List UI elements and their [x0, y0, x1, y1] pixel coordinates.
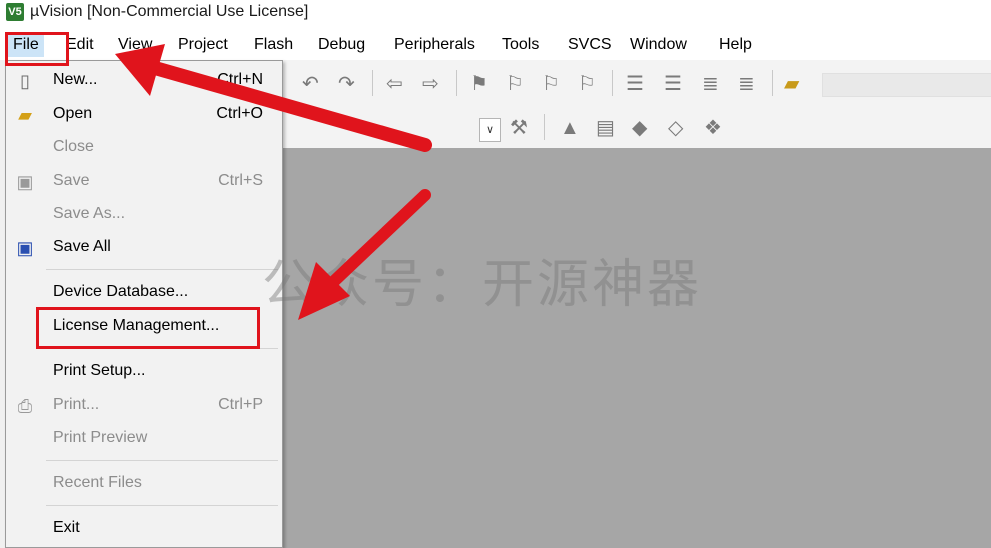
menu-flash[interactable]: Flash — [254, 36, 293, 54]
toolbar-separator — [772, 70, 773, 96]
new-file-icon: ▯ — [20, 71, 30, 91]
menu-item-shortcut: Ctrl+N — [217, 71, 263, 88]
menu-item-label: Print... — [53, 396, 100, 413]
bookmark-icon[interactable]: ⚑ — [470, 72, 488, 96]
menu-item-save-as[interactable]: Save As... — [6, 199, 282, 229]
toolbar-separator — [456, 70, 457, 96]
menu-edit[interactable]: Edit — [66, 36, 94, 54]
menu-item-save[interactable]: ▣ Save Ctrl+S — [6, 166, 282, 196]
undo-icon[interactable]: ↶ — [302, 72, 319, 96]
uvision-app-icon: V5 — [6, 3, 24, 21]
menu-view[interactable]: View — [118, 36, 152, 54]
manage-components-icon[interactable]: ▤ — [596, 116, 615, 140]
indent-icon[interactable]: ☰ — [626, 72, 644, 96]
title-bar: V5 µVision [Non-Commercial Use License] — [0, 0, 991, 27]
save-all-icon: ▣ — [16, 238, 34, 258]
menu-item-exit[interactable]: Exit — [6, 513, 282, 543]
file-menu-highlight-box — [5, 32, 69, 66]
file-menu-dropdown: ▯ New... Ctrl+N ▰ Open Ctrl+O Close ▣ Sa… — [5, 60, 283, 548]
menu-item-label: New... — [53, 71, 98, 88]
select-packs-icon[interactable]: ◆ — [632, 116, 647, 140]
comment-icon[interactable]: ≣ — [702, 72, 719, 96]
menu-item-print-setup[interactable]: Print Setup... — [6, 356, 282, 386]
menu-item-shortcut: Ctrl+S — [218, 172, 263, 189]
menu-item-label: Print Setup... — [53, 362, 146, 379]
menu-item-print[interactable]: ⎙ Print... Ctrl+P — [6, 390, 282, 420]
find-combo-box[interactable] — [822, 73, 991, 97]
toolbar-area: ↶ ↷ ⇦ ⇨ ⚑ ⚐ ⚐ ⚐ ☰ ☰ ≣ ≣ ▰ ∨ ⚒ ▲ ▤ ◆ ◇ ❖ — [282, 60, 991, 149]
options-wand-icon[interactable]: ⚒ — [510, 116, 528, 140]
menu-tools[interactable]: Tools — [502, 36, 539, 54]
menu-item-label: Save As... — [53, 205, 126, 222]
menu-peripherals[interactable]: Peripherals — [394, 36, 475, 54]
prev-bookmark-icon[interactable]: ⚐ — [506, 72, 524, 96]
menu-project[interactable]: Project — [178, 36, 228, 54]
navigate-forward-icon[interactable]: ⇨ — [422, 72, 439, 96]
menu-item-recent-files[interactable]: Recent Files — [6, 468, 282, 498]
next-bookmark-icon[interactable]: ⚐ — [542, 72, 560, 96]
save-disk-icon: ▣ — [16, 172, 34, 192]
navigate-back-icon[interactable]: ⇦ — [386, 72, 403, 96]
toolbar-row-1: ↶ ↷ ⇦ ⇨ ⚑ ⚐ ⚐ ⚐ ☰ ☰ ≣ ≣ ▰ — [282, 60, 991, 102]
menu-separator — [46, 460, 278, 461]
menu-item-shortcut: Ctrl+O — [216, 105, 263, 122]
clear-bookmarks-icon[interactable]: ⚐ — [578, 72, 596, 96]
menu-item-device-database[interactable]: Device Database... — [6, 277, 282, 307]
menu-item-label: Device Database... — [53, 283, 189, 300]
menu-separator — [46, 505, 278, 506]
toolbar-separator — [372, 70, 373, 96]
menu-svcs[interactable]: SVCS — [568, 36, 612, 54]
redo-icon[interactable]: ↷ — [338, 72, 355, 96]
menu-help[interactable]: Help — [719, 36, 752, 54]
software-packs-icon[interactable]: ❖ — [704, 116, 722, 140]
menu-bar: File Edit View Project Flash Debug Perip… — [0, 30, 991, 60]
uncomment-icon[interactable]: ≣ — [738, 72, 755, 96]
toolbar-separator — [612, 70, 613, 96]
unindent-icon[interactable]: ☰ — [664, 72, 682, 96]
open-folder-icon[interactable]: ▰ — [784, 72, 799, 96]
menu-item-label: Recent Files — [53, 474, 142, 491]
menu-item-label: Close — [53, 138, 94, 155]
printer-icon: ⎙ — [17, 396, 33, 416]
toolbar-separator — [544, 114, 545, 140]
menu-item-label: Save All — [53, 238, 111, 255]
menu-item-label: Open — [53, 105, 93, 122]
open-folder-icon: ▰ — [18, 105, 32, 125]
runtime-environment-icon[interactable]: ◇ — [668, 116, 683, 140]
menu-item-label: Exit — [53, 519, 80, 536]
menu-debug[interactable]: Debug — [318, 36, 365, 54]
target-dropdown-arrow-icon[interactable]: ∨ — [479, 118, 501, 142]
menu-item-print-preview[interactable]: Print Preview — [6, 423, 282, 453]
pack-installer-icon[interactable]: ▲ — [560, 116, 580, 140]
window-title: µVision [Non-Commercial Use License] — [30, 3, 309, 20]
toolbar-row-2: ∨ ⚒ ▲ ▤ ◆ ◇ ❖ — [282, 104, 991, 146]
menu-item-shortcut: Ctrl+P — [218, 396, 263, 413]
editor-area — [282, 148, 991, 548]
menu-separator — [46, 269, 278, 270]
menu-item-close[interactable]: Close — [6, 132, 282, 162]
menu-item-label: Print Preview — [53, 429, 148, 446]
menu-item-open[interactable]: ▰ Open Ctrl+O — [6, 99, 282, 129]
menu-item-label: Save — [53, 172, 90, 189]
license-management-highlight-box — [36, 307, 260, 349]
menu-window[interactable]: Window — [630, 36, 687, 54]
watermark-text: 公众号：开源神器 — [262, 256, 703, 314]
menu-item-new[interactable]: ▯ New... Ctrl+N — [6, 65, 282, 95]
menu-item-save-all[interactable]: ▣ Save All — [6, 232, 282, 262]
